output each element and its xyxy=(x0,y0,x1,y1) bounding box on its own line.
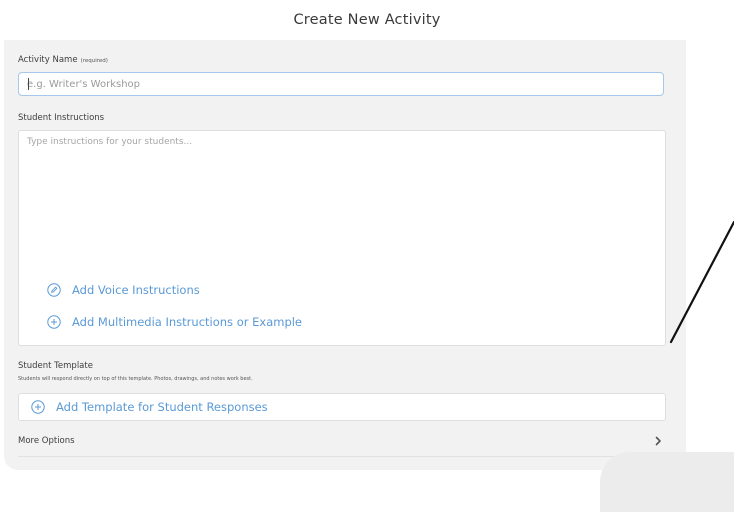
student-instructions-box: Add Voice Instructions Add Multimedia In… xyxy=(18,130,666,346)
activity-name-label: Activity Name (required) xyxy=(18,55,108,65)
activity-name-label-text: Activity Name xyxy=(18,55,78,65)
pencil-circle-icon xyxy=(47,283,61,297)
plus-circle-icon xyxy=(47,315,61,329)
page-header: Create New Activity xyxy=(0,0,734,40)
required-note: (required) xyxy=(80,58,108,64)
more-options-label: More Options xyxy=(18,436,75,446)
student-instructions-label: Student Instructions xyxy=(18,113,105,123)
more-options-row[interactable]: More Options xyxy=(18,430,666,457)
overlay-corner-shape xyxy=(600,452,734,512)
activity-name-input[interactable] xyxy=(18,72,664,96)
activity-form-panel: Activity Name(required) Student Instruct… xyxy=(4,40,686,470)
student-template-label: Student Template xyxy=(18,361,93,371)
student-template-hint: Students will respond directly on top of… xyxy=(18,376,253,382)
plus-circle-icon xyxy=(31,400,45,414)
add-multimedia-instructions-button[interactable]: Add Multimedia Instructions or Example xyxy=(47,315,302,329)
page-title: Create New Activity xyxy=(293,12,441,28)
chevron-right-icon xyxy=(655,436,661,446)
add-voice-instructions-button[interactable]: Add Voice Instructions xyxy=(47,283,200,297)
add-voice-instructions-label: Add Voice Instructions xyxy=(72,283,200,297)
student-template-box: Add Template for Student Responses xyxy=(18,393,666,421)
add-template-button[interactable]: Add Template for Student Responses xyxy=(31,400,268,414)
text-caret xyxy=(28,78,29,90)
student-instructions-input[interactable] xyxy=(27,137,647,257)
add-multimedia-instructions-label: Add Multimedia Instructions or Example xyxy=(72,315,303,329)
add-template-label: Add Template for Student Responses xyxy=(56,400,268,414)
